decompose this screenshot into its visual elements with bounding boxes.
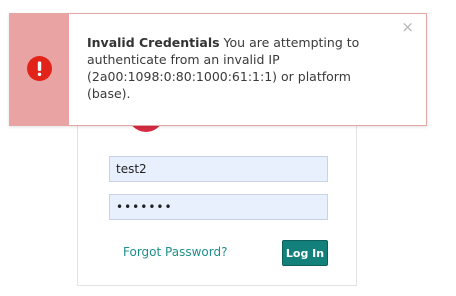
alert-message: Invalid Credentials You are attempting t…	[87, 34, 387, 102]
exclamation-circle-icon	[27, 56, 52, 81]
invalid-credentials-alert: Invalid Credentials You are attempting t…	[9, 13, 427, 126]
alert-title: Invalid Credentials	[87, 35, 220, 50]
close-icon[interactable]: ×	[401, 20, 414, 35]
username-input[interactable]	[109, 156, 328, 182]
password-input[interactable]	[109, 194, 328, 220]
login-button[interactable]: Log In	[282, 240, 328, 266]
forgot-password-link[interactable]: Forgot Password?	[123, 245, 227, 259]
